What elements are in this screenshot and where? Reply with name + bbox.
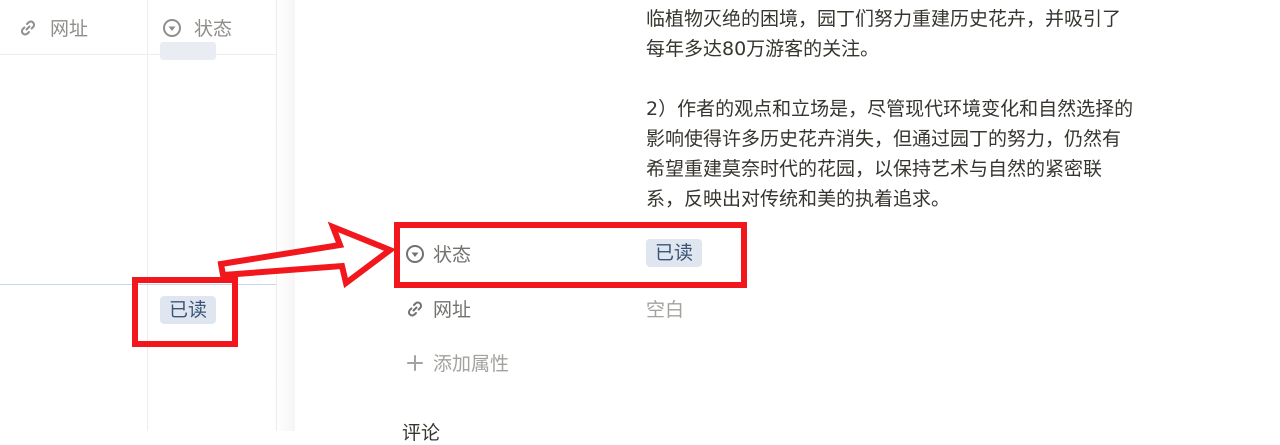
annotation-box-status-tag [132,277,238,347]
url-value-empty[interactable]: 空白 [646,295,684,322]
column-header-label: 网址 [50,18,89,40]
property-label: 网址 [433,299,472,321]
column-divider [147,0,148,431]
text-line: 系，反映出对传统和美的执着追求。 [646,188,951,210]
dropdown-circle-icon [163,18,181,37]
add-property-label: 添加属性 [433,353,510,375]
table-header-row: 网址 状态 [0,0,276,55]
link-icon [20,20,36,35]
status-tag-partial [160,42,216,60]
text-line: 影响使得许多历史花卉消失，但通过园丁的努力，仍然有 [646,128,1122,150]
column-header-status[interactable]: 状态 [162,14,232,41]
text-line: 希望重建莫奈时代的花园，以保持艺术与自然的紧密联 [646,158,1103,180]
plus-icon [407,354,423,371]
table-panel: 网址 状态 已读 [0,0,295,431]
text-line: 2）作者的观点和立场是，尽管现代环境变化和自然选择的 [646,98,1134,120]
link-icon [407,301,423,316]
column-header-label: 状态 [194,18,233,40]
panel-shadow [275,0,295,431]
text-line: 临植物灭绝的困境，园丁们努力重建历史花卉，并吸引了 [646,8,1122,30]
answer-paragraph: 临植物灭绝的困境，园丁们努力重建历史花卉，并吸引了 每年多达80万游客的关注。 [646,4,1166,64]
annotation-box-status-property [394,222,747,288]
comments-heading: 评论 [402,422,441,444]
answer-paragraph: 2）作者的观点和立场是，尽管现代环境变化和自然选择的 影响使得许多历史花卉消失，… [646,94,1166,214]
add-property-button[interactable]: 添加属性 [405,349,509,376]
text-line: 每年多达80万游客的关注。 [646,38,880,60]
property-url[interactable]: 网址 [405,295,471,322]
column-header-url[interactable]: 网址 [18,14,88,41]
